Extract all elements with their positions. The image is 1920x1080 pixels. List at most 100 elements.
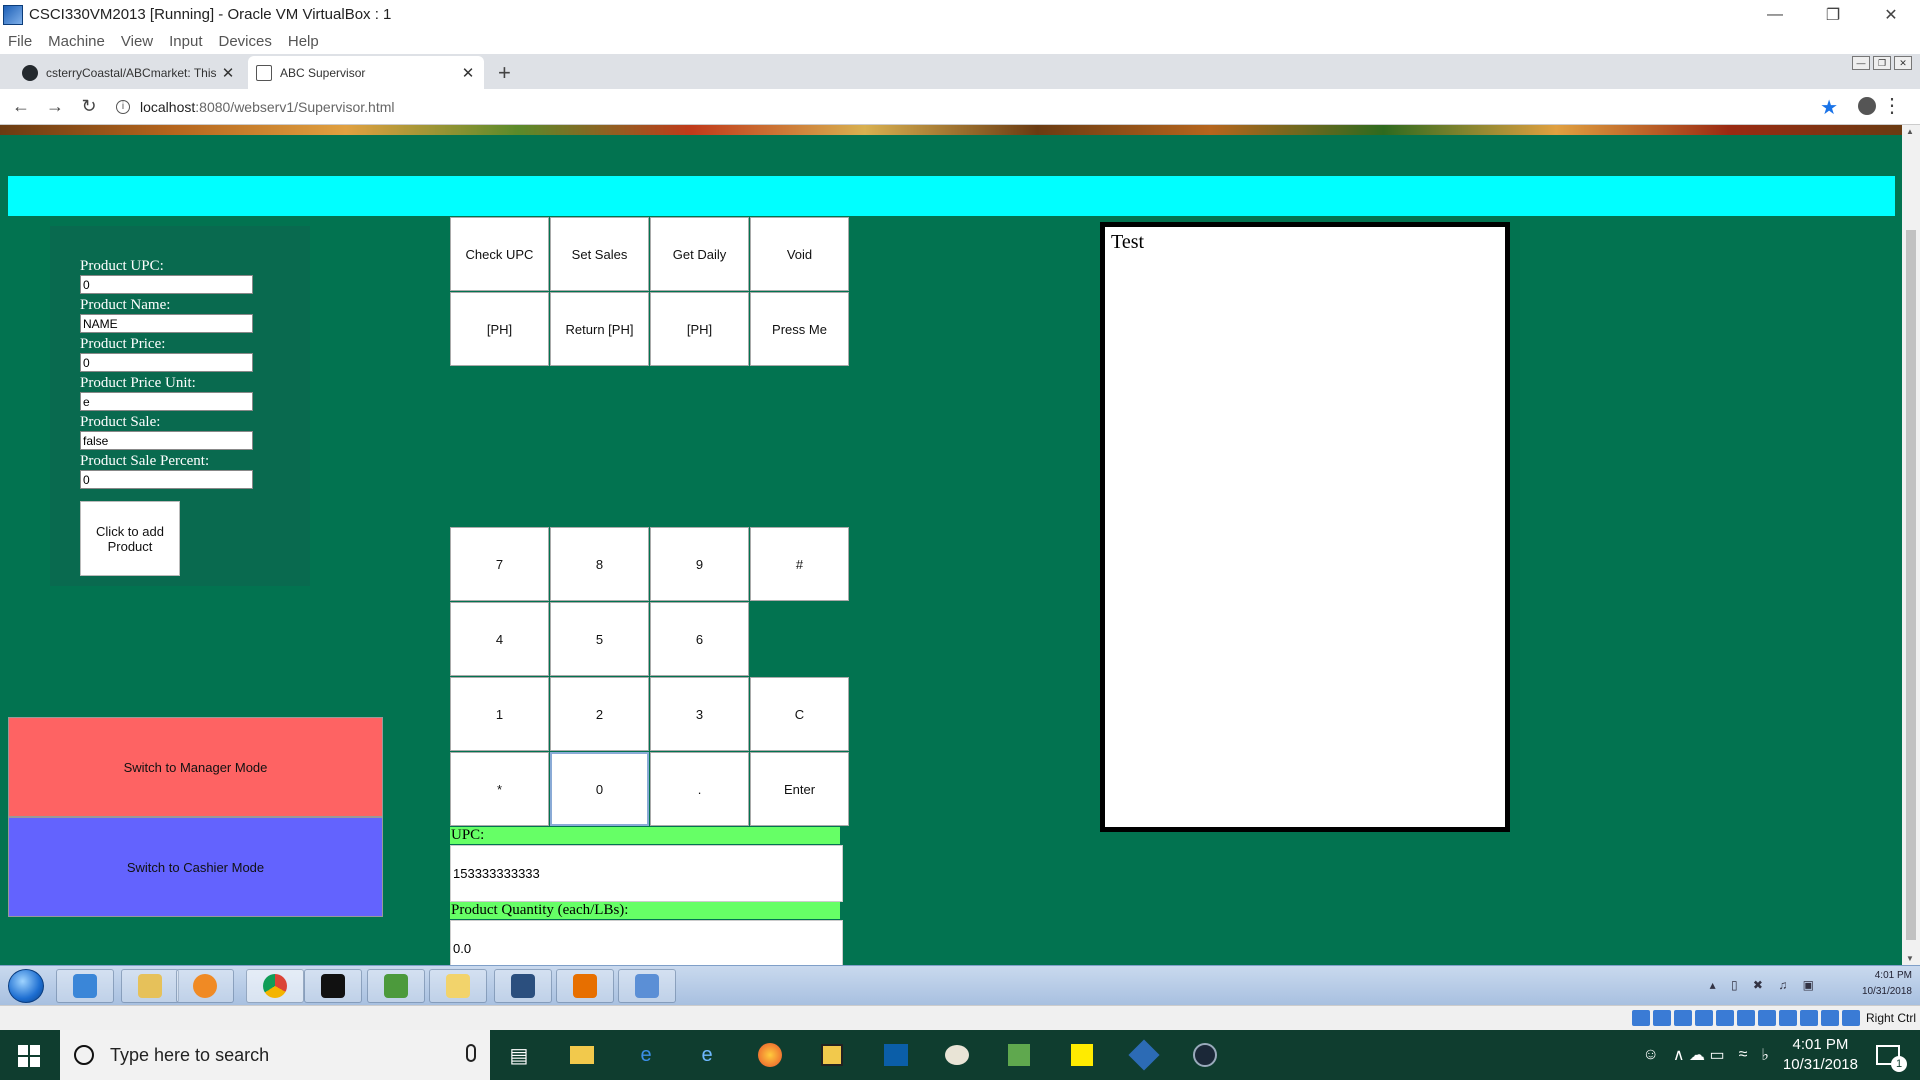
optical-drive-icon[interactable]: [1632, 1010, 1650, 1026]
action-center-icon[interactable]: 1: [1876, 1045, 1907, 1072]
media-app-icon[interactable]: [818, 1042, 846, 1068]
guest-clock[interactable]: 4:01 PM 10/31/2018: [1862, 968, 1912, 1000]
menu-help[interactable]: Help: [288, 33, 319, 50]
edge-icon[interactable]: e: [632, 1042, 660, 1068]
account-icon[interactable]: [1858, 97, 1876, 115]
firefox-icon[interactable]: [756, 1042, 784, 1068]
site-info-icon[interactable]: i: [116, 99, 130, 114]
set-sales-button[interactable]: Set Sales: [550, 217, 649, 291]
menu-machine[interactable]: Machine: [48, 33, 105, 50]
guest-close-icon[interactable]: ✕: [1894, 56, 1912, 70]
tab-close-icon[interactable]: ✕: [220, 64, 236, 82]
host-clock[interactable]: 4:01 PM 10/31/2018: [1783, 1035, 1858, 1075]
keypad-0[interactable]: 0: [550, 752, 649, 826]
switch-manager-mode-button[interactable]: Switch to Manager Mode: [8, 717, 383, 817]
press-me-button[interactable]: Press Me: [750, 292, 849, 366]
people-icon[interactable]: ☺: [1643, 1046, 1659, 1064]
shared-folder-icon[interactable]: [1716, 1010, 1734, 1026]
scroll-down-icon[interactable]: ▼: [1906, 954, 1914, 963]
upc-entry-field[interactable]: 153333333333: [450, 845, 843, 902]
guest-tray-icons[interactable]: ▴ ▯ ✖ ♫ ▣: [1710, 978, 1820, 992]
back-button[interactable]: ←: [8, 96, 34, 117]
keypad-3[interactable]: 3: [650, 677, 749, 751]
product-upc-input[interactable]: [80, 275, 253, 294]
placeholder-button-1[interactable]: [PH]: [450, 292, 549, 366]
guest-terminal-button[interactable]: [304, 969, 362, 1003]
get-daily-button[interactable]: Get Daily: [650, 217, 749, 291]
guest-java-button[interactable]: [556, 969, 614, 1003]
microphone-icon[interactable]: [466, 1044, 476, 1062]
video-capture-icon[interactable]: [1758, 1010, 1776, 1026]
keypad-4[interactable]: 4: [450, 602, 549, 676]
guest-start-orb-icon[interactable]: [8, 969, 44, 1003]
cpu-icon[interactable]: [1800, 1010, 1818, 1026]
forward-button[interactable]: →: [42, 96, 68, 117]
product-name-input[interactable]: [80, 314, 253, 333]
keypad-7[interactable]: 7: [450, 527, 549, 601]
keypad-6[interactable]: 6: [650, 602, 749, 676]
guest-restore-icon[interactable]: ❐: [1873, 56, 1891, 70]
internet-explorer-icon[interactable]: e: [693, 1042, 721, 1068]
keypad-star[interactable]: *: [450, 752, 549, 826]
paint-icon[interactable]: [943, 1042, 971, 1068]
keypad-8[interactable]: 8: [550, 527, 649, 601]
tray-status-icons[interactable]: ∧ ☁ ▭: [1673, 1045, 1725, 1065]
guest-chrome-button[interactable]: [246, 969, 304, 1003]
add-product-button[interactable]: Click to add Product: [80, 501, 180, 576]
return-button[interactable]: Return [PH]: [550, 292, 649, 366]
wifi-icon[interactable]: ≈: [1739, 1046, 1748, 1064]
keypad-clear[interactable]: C: [750, 677, 849, 751]
display-icon[interactable]: [1737, 1010, 1755, 1026]
bookmark-star-icon[interactable]: ★: [1820, 95, 1838, 120]
tab-github[interactable]: csterryCoastal/ABCmarket: This p ✕: [14, 56, 244, 89]
new-tab-button[interactable]: +: [498, 60, 511, 86]
guest-chart-app-button[interactable]: [367, 969, 425, 1003]
scroll-up-icon[interactable]: ▲: [1906, 127, 1914, 136]
guest-minimize-icon[interactable]: —: [1852, 56, 1870, 70]
taskbar-search-box[interactable]: Type here to search: [60, 1030, 490, 1080]
restore-button[interactable]: ❐: [1804, 0, 1862, 29]
void-button[interactable]: Void: [750, 217, 849, 291]
url-field[interactable]: i localhost:8080/webserv1/Supervisor.htm…: [116, 99, 394, 115]
product-sale-percent-input[interactable]: [80, 470, 253, 489]
menu-input[interactable]: Input: [169, 33, 202, 50]
product-sale-input[interactable]: [80, 431, 253, 450]
keypad-1[interactable]: 1: [450, 677, 549, 751]
menu-file[interactable]: File: [8, 33, 32, 50]
keypad-enter[interactable]: Enter: [750, 752, 849, 826]
tab-abc-supervisor[interactable]: ABC Supervisor ✕: [248, 56, 484, 89]
browser-menu-icon[interactable]: ⋮: [1882, 93, 1902, 118]
page-scrollbar[interactable]: ▲ ▼: [1902, 125, 1920, 965]
usb-icon[interactable]: [1695, 1010, 1713, 1026]
keypad-decimal[interactable]: .: [650, 752, 749, 826]
windows-start-icon[interactable]: [18, 1045, 40, 1067]
quantity-field[interactable]: 0.0: [450, 920, 843, 965]
virtualbox-icon[interactable]: [1128, 1039, 1160, 1071]
reload-button[interactable]: ↻: [76, 96, 102, 117]
network-adapter-icon[interactable]: [1674, 1010, 1692, 1026]
menu-devices[interactable]: Devices: [219, 33, 272, 50]
keypad-9[interactable]: 9: [650, 527, 749, 601]
keypad-hash[interactable]: #: [750, 527, 849, 601]
guest-files-button[interactable]: [429, 969, 487, 1003]
keypad-2[interactable]: 2: [550, 677, 649, 751]
menu-view[interactable]: View: [121, 33, 153, 50]
guest-media-button[interactable]: [176, 969, 234, 1003]
check-upc-button[interactable]: Check UPC: [450, 217, 549, 291]
file-explorer-icon[interactable]: [568, 1042, 596, 1068]
outlook-icon[interactable]: [882, 1042, 910, 1068]
switch-cashier-mode-button[interactable]: Switch to Cashier Mode: [8, 817, 383, 917]
task-view-icon[interactable]: ▤: [505, 1042, 533, 1068]
keypad-5[interactable]: 5: [550, 602, 649, 676]
guest-network-button[interactable]: [618, 969, 676, 1003]
close-window-button[interactable]: ✕: [1862, 0, 1920, 29]
volume-muted-icon[interactable]: ♭: [1761, 1045, 1769, 1065]
product-price-input[interactable]: [80, 353, 253, 372]
steam-icon[interactable]: [1191, 1042, 1219, 1068]
guest-vs-button[interactable]: [494, 969, 552, 1003]
guest-ie-button[interactable]: [56, 969, 114, 1003]
sticky-notes-icon[interactable]: [1068, 1042, 1096, 1068]
audio-icon[interactable]: [1653, 1010, 1671, 1026]
scrollbar-thumb[interactable]: [1906, 230, 1916, 940]
chart-app-icon[interactable]: [1005, 1042, 1033, 1068]
